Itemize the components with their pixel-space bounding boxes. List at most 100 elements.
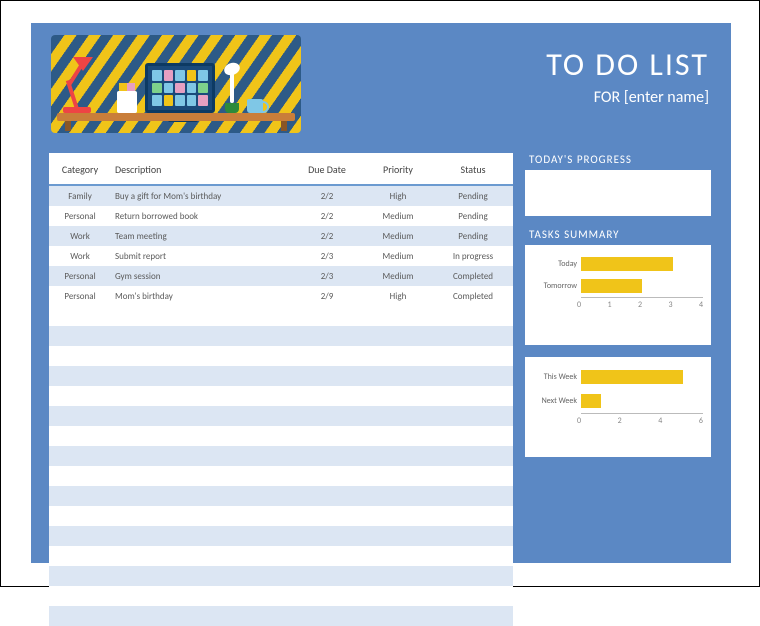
desk-icon <box>57 113 295 121</box>
document-page: TO DO LIST FOR [enter name] Category Des… <box>31 23 731 563</box>
cell-status[interactable]: Completed <box>433 266 513 286</box>
blank-row-gap <box>49 346 513 366</box>
task-table: Category Description Due Date Priority S… <box>49 153 513 541</box>
cell-priority[interactable]: Medium <box>363 266 433 286</box>
cell-category[interactable]: Personal <box>49 266 111 286</box>
cell-description[interactable]: Buy a gift for Mom's birthday <box>111 186 291 206</box>
cell-status[interactable]: Pending <box>433 186 513 206</box>
header-banner: TO DO LIST FOR [enter name] <box>31 23 731 133</box>
cell-category[interactable]: Work <box>49 246 111 266</box>
plant-icon <box>230 73 234 103</box>
cell-status[interactable]: Completed <box>433 286 513 306</box>
blank-row[interactable] <box>49 526 513 546</box>
table-row[interactable]: FamilyBuy a gift for Mom's birthday2/2Hi… <box>49 186 513 206</box>
chart-bar-label: Tomorrow <box>533 281 581 291</box>
blank-row[interactable] <box>49 326 513 346</box>
page-subtitle[interactable]: FOR [enter name] <box>546 88 709 107</box>
blank-row-gap <box>49 386 513 406</box>
cell-description[interactable]: Mom's birthday <box>111 286 291 306</box>
chart-axis <box>581 413 703 414</box>
progress-panel <box>525 170 711 216</box>
chart-bar-label: This Week <box>533 372 581 382</box>
blank-row-gap <box>49 306 513 326</box>
chart-tick-label: 4 <box>658 416 662 426</box>
summary-chart-1: Today Tomorrow 0 1 2 3 4 <box>525 245 711 345</box>
chart-tick-label: 3 <box>668 300 672 310</box>
lamp-icon <box>73 57 93 71</box>
cell-priority[interactable]: Medium <box>363 206 433 226</box>
chart-tick-label: 2 <box>638 300 642 310</box>
chart-tick-label: 6 <box>699 416 703 426</box>
cell-description[interactable]: Return borrowed book <box>111 206 291 226</box>
cell-category[interactable]: Work <box>49 226 111 246</box>
chart-tick-label: 0 <box>577 416 581 426</box>
chart-tick-label: 1 <box>607 300 611 310</box>
col-category: Category <box>49 153 111 184</box>
blank-row-gap <box>49 586 513 606</box>
cell-category[interactable]: Family <box>49 186 111 206</box>
table-row[interactable]: PersonalReturn borrowed book2/2MediumPen… <box>49 206 513 226</box>
chart-bar <box>581 394 601 408</box>
blank-row[interactable] <box>49 406 513 426</box>
col-priority: Priority <box>363 153 433 184</box>
blank-row[interactable] <box>49 486 513 506</box>
table-row[interactable]: WorkSubmit report2/3MediumIn progress <box>49 246 513 266</box>
table-header: Category Description Due Date Priority S… <box>49 153 513 186</box>
cell-priority[interactable]: High <box>363 286 433 306</box>
chart-bar-row: Today <box>533 253 703 275</box>
chart-ticks: 0 1 2 3 4 <box>577 300 703 310</box>
cell-description[interactable]: Team meeting <box>111 226 291 246</box>
progress-heading: TODAY'S PROGRESS <box>529 153 711 166</box>
chart-bar-label: Next Week <box>533 396 581 406</box>
chart-tick-label: 2 <box>618 416 622 426</box>
chart-bar-row: Tomorrow <box>533 275 703 297</box>
blank-row[interactable] <box>49 446 513 466</box>
desk-icon <box>65 121 71 131</box>
chart-bar <box>581 257 673 271</box>
summary-chart-2: This Week Next Week 0 2 4 6 <box>525 357 711 457</box>
blank-row[interactable] <box>49 606 513 626</box>
cell-status[interactable]: Pending <box>433 206 513 226</box>
table-row[interactable]: PersonalMom's birthday2/9HighCompleted <box>49 286 513 306</box>
blank-row[interactable] <box>49 566 513 586</box>
blank-row-gap <box>49 546 513 566</box>
cell-due[interactable]: 2/9 <box>291 286 363 306</box>
chart-bar-label: Today <box>533 259 581 269</box>
cell-category[interactable]: Personal <box>49 286 111 306</box>
cell-description[interactable]: Submit report <box>111 246 291 266</box>
cell-due[interactable]: 2/3 <box>291 246 363 266</box>
sticky-notes-icon <box>117 91 137 113</box>
col-description: Description <box>111 153 291 184</box>
chart-bar <box>581 370 683 384</box>
chart-tick-label: 4 <box>699 300 703 310</box>
chart-ticks: 0 2 4 6 <box>577 416 703 426</box>
plant-icon <box>222 61 241 78</box>
cell-priority[interactable]: Medium <box>363 246 433 266</box>
cell-due[interactable]: 2/3 <box>291 266 363 286</box>
blank-row-gap <box>49 426 513 446</box>
mug-icon <box>247 99 263 113</box>
cell-due[interactable]: 2/2 <box>291 226 363 246</box>
cell-due[interactable]: 2/2 <box>291 206 363 226</box>
page-title: TO DO LIST <box>546 45 709 84</box>
chart-axis <box>581 297 703 298</box>
cell-status[interactable]: Pending <box>433 226 513 246</box>
cell-description[interactable]: Gym session <box>111 266 291 286</box>
chart-bar-row: This Week <box>533 365 703 389</box>
chart-tick-label: 0 <box>577 300 581 310</box>
plant-icon <box>225 103 239 113</box>
desk-illustration <box>57 41 295 131</box>
cell-priority[interactable]: High <box>363 186 433 206</box>
table-row[interactable]: WorkTeam meeting2/2MediumPending <box>49 226 513 246</box>
cell-due[interactable]: 2/2 <box>291 186 363 206</box>
table-row[interactable]: PersonalGym session2/3MediumCompleted <box>49 266 513 286</box>
blank-row[interactable] <box>49 366 513 386</box>
cell-category[interactable]: Personal <box>49 206 111 226</box>
monitor-icon <box>145 63 215 113</box>
col-status: Status <box>433 153 513 184</box>
chart-bar <box>581 279 642 293</box>
cell-priority[interactable]: Medium <box>363 226 433 246</box>
summary-heading: TASKS SUMMARY <box>529 228 711 241</box>
sidebar: TODAY'S PROGRESS TASKS SUMMARY Today Tomo… <box>525 153 711 469</box>
cell-status[interactable]: In progress <box>433 246 513 266</box>
